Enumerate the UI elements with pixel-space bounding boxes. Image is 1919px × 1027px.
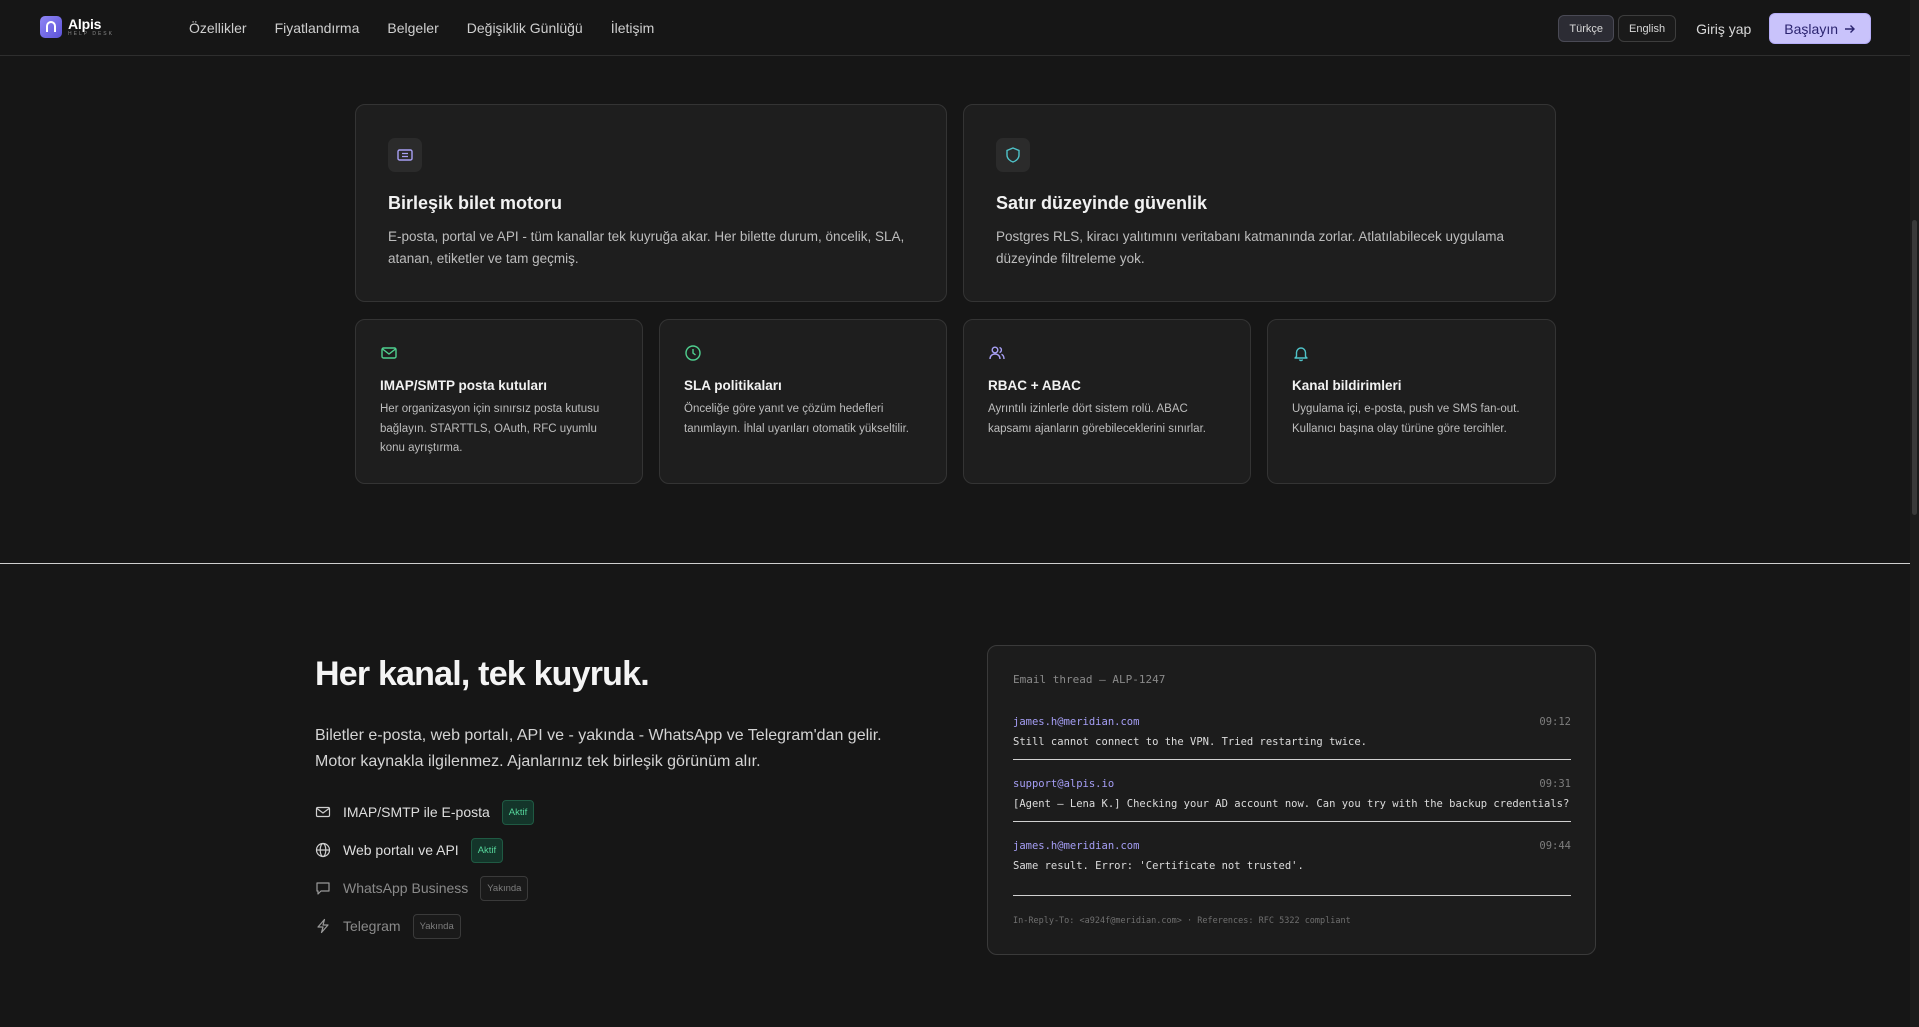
logo-icon — [40, 16, 62, 38]
language-turkish-button[interactable]: Türkçe — [1558, 15, 1614, 42]
top-nav-bar: Alpis HELP DESK Özellikler Fiyatlandırma… — [0, 0, 1910, 56]
bell-icon — [1292, 344, 1310, 367]
channel-web-portal: Web portalı ve API Aktif — [315, 837, 504, 863]
message-divider — [1013, 821, 1571, 822]
feature-title: RBAC + ABAC — [988, 378, 1081, 393]
feature-card-rbac-abac: RBAC + ABAC Ayrıntılı izinlerle dört sis… — [963, 319, 1251, 484]
feature-description: E-posta, portal ve API - tüm kanallar te… — [388, 229, 905, 266]
main-nav: Özellikler Fiyatlandırma Belgeler Değişi… — [189, 0, 654, 56]
feature-title: SLA politikaları — [684, 378, 782, 393]
status-badge: Yakında — [480, 875, 529, 901]
nav-link-contact[interactable]: İletişim — [611, 20, 655, 36]
arrow-right-icon — [1845, 24, 1855, 33]
thread-footer: In-Reply-To: <a924f@meridian.com> · Refe… — [1013, 916, 1351, 926]
channel-whatsapp: WhatsApp Business Yakında — [315, 875, 529, 901]
globe-icon — [315, 842, 331, 858]
message-sender: support@alpis.io — [1013, 778, 1115, 790]
message-sender: james.h@meridian.com — [1013, 840, 1140, 852]
section-divider — [0, 563, 1910, 564]
message-body: Same result. Error: 'Certificate not tru… — [1013, 860, 1304, 872]
feature-description: Postgres RLS, kiracı yalıtımını veritaba… — [996, 229, 1504, 266]
feature-title: IMAP/SMTP posta kutuları — [380, 378, 548, 393]
feature-description: Uygulama içi, e-posta, push ve SMS fan-o… — [1292, 403, 1520, 435]
feature-title: Birleşik bilet motoru — [388, 193, 563, 213]
channel-label: Web portalı ve API — [343, 842, 459, 858]
logo-subtitle: HELP DESK — [68, 31, 114, 37]
get-started-label: Başlayın — [1784, 20, 1838, 37]
chat-icon — [315, 880, 331, 896]
message-divider — [1013, 759, 1571, 760]
channel-email: IMAP/SMTP ile E-posta Aktif — [315, 799, 535, 825]
channel-label: WhatsApp Business — [343, 880, 469, 896]
status-badge: Aktif — [470, 837, 504, 863]
status-badge: Aktif — [501, 799, 535, 825]
message-time: 09:31 — [1539, 778, 1571, 790]
section-description: Biletler e-posta, web portalı, API ve - … — [315, 727, 882, 770]
message-time: 09:12 — [1539, 716, 1571, 728]
feature-description: Her organizasyon için sınırsız posta kut… — [380, 403, 600, 454]
shield-icon — [996, 138, 1030, 172]
users-icon — [988, 344, 1006, 367]
feature-card-unified-ticket: Birleşik bilet motoru E-posta, portal ve… — [355, 104, 947, 302]
nav-link-docs[interactable]: Belgeler — [387, 20, 438, 36]
get-started-button[interactable]: Başlayın — [1769, 13, 1871, 44]
language-english-button[interactable]: English — [1617, 15, 1677, 42]
status-badge: Yakında — [412, 913, 461, 939]
scrollbar-thumb[interactable] — [1912, 220, 1917, 515]
message-divider — [1013, 895, 1571, 896]
feature-card-imap-smtp: IMAP/SMTP posta kutuları Her organizasyo… — [355, 319, 643, 484]
login-link[interactable]: Giriş yap — [1696, 21, 1751, 37]
feature-card-sla-policies: SLA politikaları Önceliğe göre yanıt ve … — [659, 319, 947, 484]
channel-label: Telegram — [343, 918, 401, 934]
logo[interactable]: Alpis HELP DESK — [40, 16, 114, 38]
nav-link-features[interactable]: Özellikler — [189, 20, 247, 36]
channel-telegram: Telegram Yakında — [315, 913, 461, 939]
section-title: Her kanal, tek kuyruk. — [315, 655, 650, 693]
feature-card-channel-notifications: Kanal bildirimleri Uygulama içi, e-posta… — [1267, 319, 1556, 484]
mail-icon — [380, 344, 398, 367]
feature-card-row-level-security: Satır düzeyinde güvenlik Postgres RLS, k… — [963, 104, 1556, 302]
page-scrollbar[interactable] — [1910, 0, 1919, 1027]
message-body: Still cannot connect to the VPN. Tried r… — [1013, 736, 1368, 748]
feature-description: Önceliğe göre yanıt ve çözüm hedefleri t… — [684, 403, 909, 435]
message-sender: james.h@meridian.com — [1013, 716, 1140, 728]
nav-link-changelog[interactable]: Değişiklik Günlüğü — [467, 20, 583, 36]
nav-link-pricing[interactable]: Fiyatlandırma — [275, 20, 360, 36]
bolt-icon — [315, 918, 331, 934]
thread-title: Email thread — ALP-1247 — [1013, 673, 1166, 686]
email-thread-panel: Email thread — ALP-1247 james.h@meridian… — [987, 645, 1596, 955]
feature-title: Satır düzeyinde güvenlik — [996, 193, 1208, 213]
message-time: 09:44 — [1539, 840, 1571, 852]
feature-title: Kanal bildirimleri — [1292, 378, 1402, 393]
channel-label: IMAP/SMTP ile E-posta — [343, 804, 490, 820]
feature-description: Ayrıntılı izinlerle dört sistem rolü. AB… — [988, 403, 1206, 435]
mail-icon — [315, 804, 331, 820]
ticket-icon — [388, 138, 422, 172]
logo-name: Alpis — [68, 16, 102, 32]
message-body: [Agent — Lena K.] Checking your AD accou… — [1013, 798, 1570, 810]
clock-icon — [684, 344, 702, 367]
